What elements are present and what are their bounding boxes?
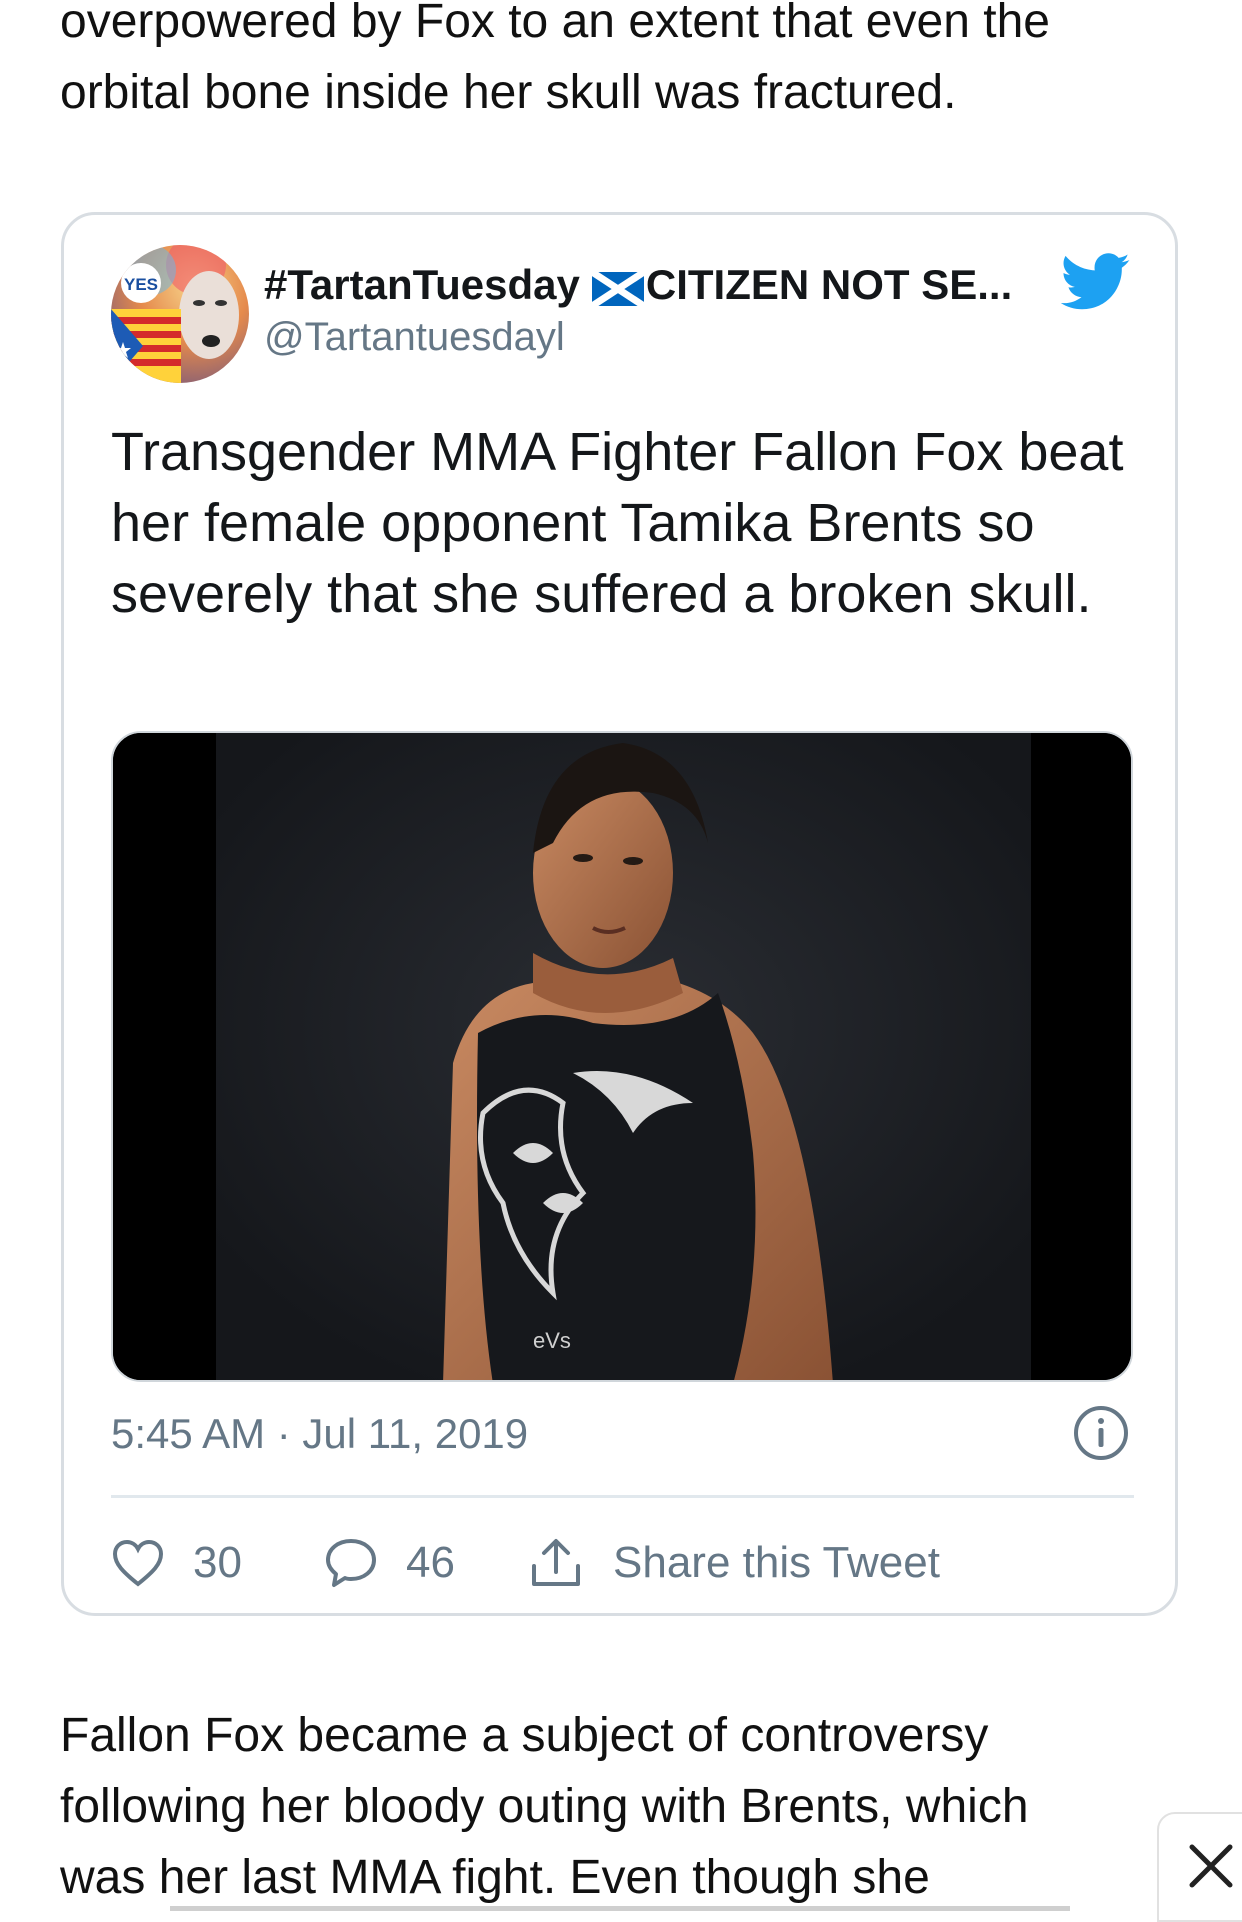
tweet-handle[interactable]: @Tartantuesdayl bbox=[264, 315, 565, 360]
tweet-timestamp[interactable]: 5:45 AM · Jul 11, 2019 bbox=[111, 1410, 528, 1458]
share-label: Share this Tweet bbox=[613, 1538, 940, 1587]
display-name-part2: CITIZEN NOT SE... bbox=[645, 261, 1013, 308]
twitter-bird-icon[interactable] bbox=[1060, 253, 1131, 311]
reply-button[interactable]: 46 bbox=[324, 1533, 455, 1593]
close-icon bbox=[1189, 1844, 1233, 1888]
share-upload-icon bbox=[529, 1536, 583, 1590]
avatar-badge-text: YES bbox=[124, 275, 158, 294]
reply-count: 46 bbox=[406, 1538, 455, 1587]
speech-bubble-icon bbox=[324, 1537, 378, 1589]
scroll-indicator bbox=[170, 1906, 1070, 1911]
scottish-flag-icon bbox=[589, 268, 646, 309]
tweet-text: Transgender MMA Fighter Fallon Fox beat … bbox=[111, 422, 1124, 624]
divider bbox=[111, 1495, 1134, 1498]
info-icon[interactable] bbox=[1073, 1405, 1129, 1461]
heart-icon bbox=[111, 1538, 165, 1588]
tweet-author-name[interactable]: #TartanTuesday CITIZEN NOT SE... bbox=[264, 261, 1012, 309]
shirt-text: eVs bbox=[533, 1328, 571, 1353]
tweet-media-image[interactable]: eVs bbox=[111, 731, 1133, 1382]
like-count: 30 bbox=[193, 1538, 242, 1587]
close-button[interactable] bbox=[1157, 1812, 1242, 1922]
display-name-part1: #TartanTuesday bbox=[264, 261, 580, 308]
article-paragraph: Fallon Fox became a subject of controver… bbox=[60, 1709, 1029, 1904]
share-tweet-button[interactable]: Share this Tweet bbox=[529, 1533, 940, 1593]
embedded-tweet[interactable]: YES #TartanTuesday CITIZEN NOT SE... @Ta… bbox=[61, 212, 1178, 1616]
like-button[interactable]: 30 bbox=[111, 1533, 242, 1593]
avatar[interactable]: YES bbox=[111, 245, 249, 383]
article-paragraph: overpowered by Fox to an extent that eve… bbox=[60, 0, 1050, 119]
